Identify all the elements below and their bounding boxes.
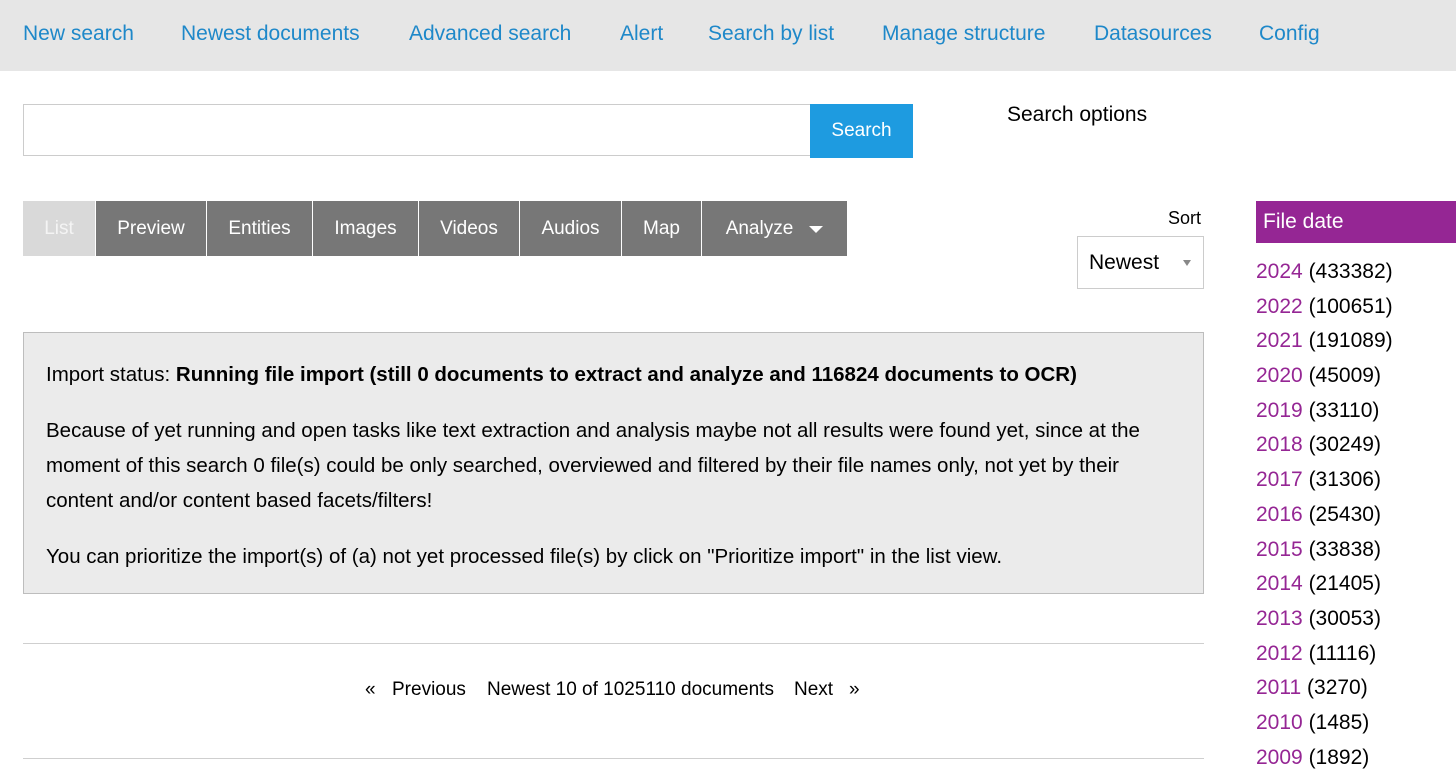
- previous-page-link: Previous: [392, 679, 466, 700]
- facet-count: (191089): [1308, 329, 1393, 353]
- list-item: 2018 (30249): [1256, 428, 1456, 463]
- list-item: 2016 (25430): [1256, 498, 1456, 533]
- list-item: 2013 (30053): [1256, 602, 1456, 637]
- facet-year-link[interactable]: 2009: [1256, 746, 1303, 769]
- facet-count: (100651): [1308, 294, 1393, 318]
- tab-audios[interactable]: Audios: [520, 201, 621, 256]
- facet-year-link[interactable]: 2024: [1256, 260, 1303, 283]
- list-item: 2011 (3270): [1256, 671, 1456, 706]
- list-item: 2022 (100651): [1256, 290, 1456, 325]
- facet-count: (31306): [1308, 468, 1381, 492]
- facet-year-link[interactable]: 2022: [1256, 295, 1303, 318]
- list-item: 2017 (31306): [1256, 463, 1456, 498]
- facet-year-link[interactable]: 2015: [1256, 538, 1303, 561]
- list-item: 2021 (191089): [1256, 324, 1456, 359]
- dropdown-arrow-icon: [1183, 260, 1191, 266]
- nav-datasources[interactable]: Datasources: [1094, 20, 1212, 48]
- facet-count: (25430): [1308, 502, 1381, 526]
- import-status-message: Because of yet running and open tasks li…: [46, 419, 1140, 512]
- divider-bottom: [23, 758, 1204, 759]
- facet-count: (1485): [1308, 710, 1370, 734]
- search-input[interactable]: [23, 104, 811, 156]
- tab-entities[interactable]: Entities: [207, 201, 312, 256]
- sort-selected-value: Newest: [1089, 251, 1160, 274]
- facet-year-link[interactable]: 2019: [1256, 399, 1303, 422]
- facet-file-date-list: 2024 (433382) 2022 (100651) 2021 (191089…: [1256, 255, 1456, 775]
- list-item: 2020 (45009): [1256, 359, 1456, 394]
- facet-year-link[interactable]: 2018: [1256, 433, 1303, 456]
- nav-search-by-list[interactable]: Search by list: [708, 20, 834, 48]
- nav-new-search[interactable]: New search: [23, 20, 134, 48]
- import-status-line: Import status: Running file import (stil…: [46, 357, 1181, 392]
- facet-count: (3270): [1307, 676, 1368, 700]
- list-item: 2024 (433382): [1256, 255, 1456, 290]
- tab-map[interactable]: Map: [622, 201, 701, 256]
- list-item: 2014 (21405): [1256, 567, 1456, 602]
- sort-select[interactable]: Newest: [1077, 236, 1204, 289]
- facet-count: (30249): [1308, 433, 1381, 457]
- tab-analyze[interactable]: Analyze: [702, 201, 847, 256]
- facet-year-link[interactable]: 2021: [1256, 329, 1303, 352]
- next-arrow-icon[interactable]: »: [849, 678, 860, 702]
- search-options-link[interactable]: Search options: [1007, 101, 1147, 129]
- nav-advanced-search[interactable]: Advanced search: [409, 20, 571, 48]
- tab-analyze-label: Analyze: [725, 218, 794, 239]
- list-item: 2010 (1485): [1256, 706, 1456, 741]
- facet-count: (30053): [1308, 606, 1381, 630]
- facet-year-link[interactable]: 2013: [1256, 607, 1303, 630]
- sort-label: Sort: [1168, 208, 1202, 228]
- facet-count: (45009): [1308, 364, 1381, 388]
- facet-count: (1892): [1308, 745, 1370, 769]
- facet-count: (11116): [1308, 641, 1377, 665]
- facet-year-link[interactable]: 2012: [1256, 642, 1303, 665]
- previous-arrow-icon: «: [365, 679, 376, 700]
- divider-top: [23, 643, 1204, 644]
- facet-year-link[interactable]: 2010: [1256, 711, 1303, 734]
- list-item: 2019 (33110): [1256, 394, 1456, 429]
- top-navigation: New search Newest documents Advanced sea…: [0, 0, 1456, 71]
- search-button[interactable]: Search: [810, 104, 913, 158]
- import-status-headline: Running file import (still 0 documents t…: [175, 363, 1077, 386]
- import-status-box: Import status: Running file import (stil…: [23, 332, 1204, 594]
- caret-down-icon: [809, 226, 824, 234]
- facet-count: (21405): [1308, 572, 1381, 596]
- import-status-prefix: Import status:: [46, 363, 176, 386]
- import-status-hint: You can prioritize the import(s) of (a) …: [46, 545, 1003, 568]
- list-item: 2009 (1892): [1256, 741, 1456, 776]
- list-item: 2012 (11116): [1256, 637, 1456, 672]
- results-summary: Newest 10 of 1025110 documents: [487, 679, 774, 700]
- facet-count: (433382): [1308, 260, 1393, 283]
- nav-config[interactable]: Config: [1259, 20, 1320, 48]
- tab-images[interactable]: Images: [313, 201, 418, 256]
- facet-count: (33110): [1308, 398, 1380, 422]
- facet-year-link[interactable]: 2020: [1256, 364, 1303, 387]
- nav-manage-structure[interactable]: Manage structure: [882, 20, 1045, 48]
- facet-year-link[interactable]: 2014: [1256, 572, 1303, 595]
- facet-year-link[interactable]: 2017: [1256, 468, 1303, 491]
- tab-videos[interactable]: Videos: [419, 201, 519, 256]
- facet-count: (33838): [1308, 537, 1381, 561]
- nav-alert[interactable]: Alert: [620, 20, 663, 48]
- list-item: 2015 (33838): [1256, 533, 1456, 568]
- next-page-link[interactable]: Next: [794, 678, 833, 702]
- facet-file-date-header[interactable]: File date: [1256, 201, 1456, 243]
- facet-year-link[interactable]: 2011: [1256, 676, 1301, 699]
- tab-list[interactable]: List: [23, 201, 95, 256]
- tab-preview[interactable]: Preview: [96, 201, 206, 256]
- nav-newest-documents[interactable]: Newest documents: [181, 20, 360, 48]
- facet-year-link[interactable]: 2016: [1256, 503, 1303, 526]
